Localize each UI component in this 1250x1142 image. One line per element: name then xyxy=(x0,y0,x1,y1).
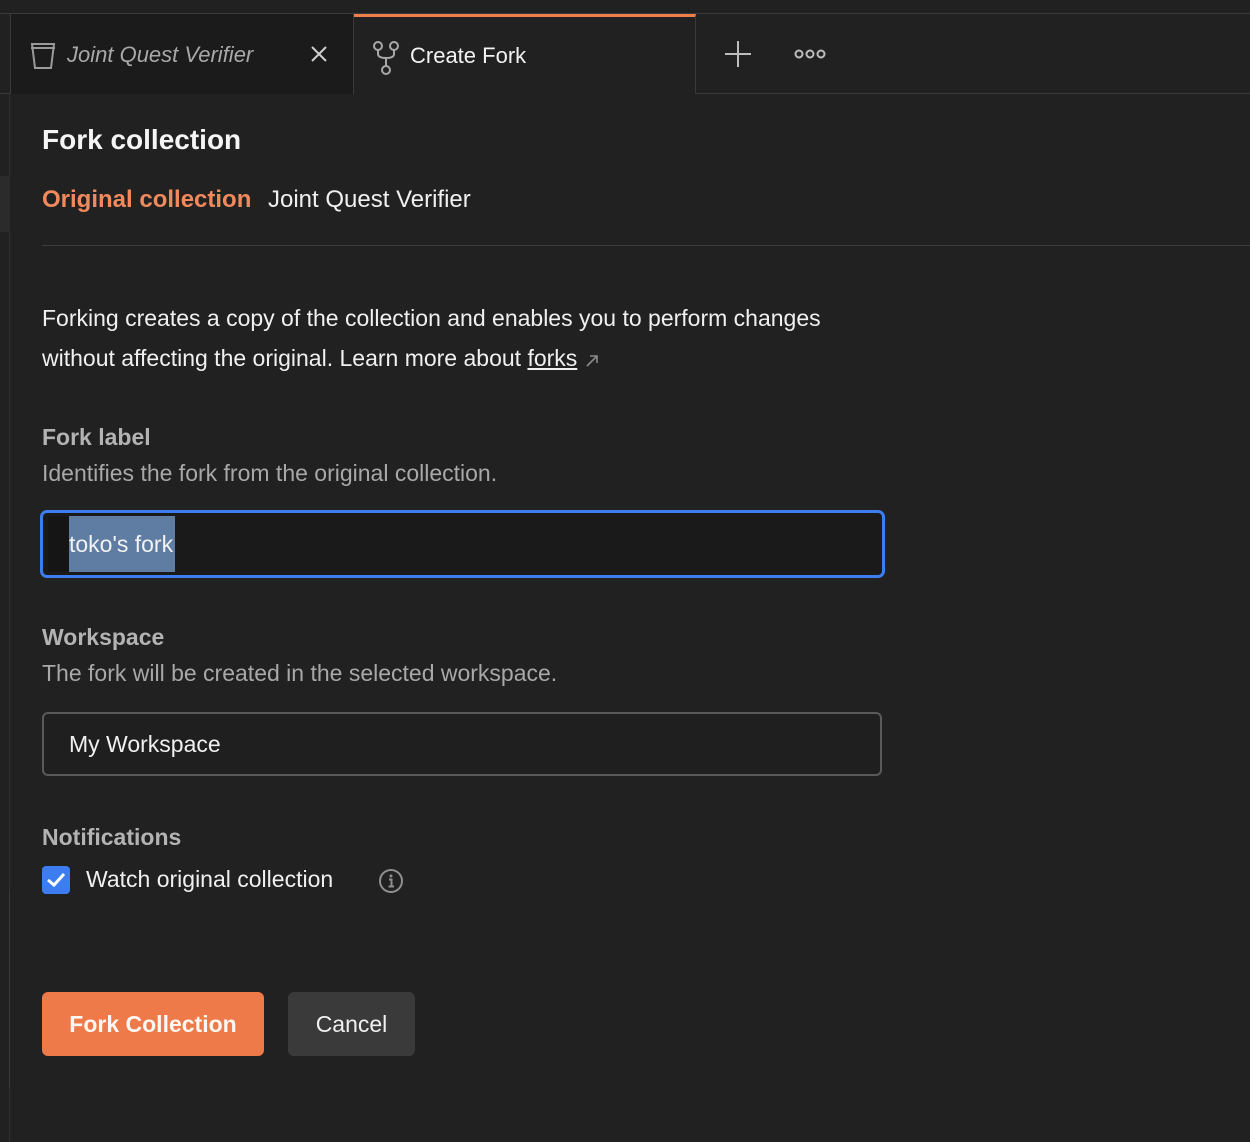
input-padding xyxy=(48,516,71,572)
window-top-strip xyxy=(0,0,1250,14)
plus-icon[interactable] xyxy=(724,40,752,73)
info-icon[interactable] xyxy=(378,868,404,899)
workspace-value: My Workspace xyxy=(69,731,221,757)
more-options-icon[interactable] xyxy=(794,47,826,65)
fork-description: Forking creates a copy of the collection… xyxy=(42,298,862,380)
fork-label-value: toko's fork xyxy=(69,516,176,572)
sidebar-panel-edge xyxy=(0,892,10,1088)
tab-create-fork[interactable]: Create Fork xyxy=(354,14,696,94)
workspace-help: The fork will be created in the selected… xyxy=(42,660,558,686)
external-link-icon xyxy=(585,340,599,380)
tab-label: Create Fork xyxy=(410,43,527,68)
fork-label-help: Identifies the fork from the original co… xyxy=(42,460,498,486)
forks-link[interactable]: forks xyxy=(527,345,577,371)
tab-label: Joint Quest Verifier xyxy=(67,42,254,67)
divider xyxy=(42,245,1250,246)
collection-trash-icon xyxy=(29,40,57,75)
fork-label-heading: Fork label xyxy=(42,424,151,450)
original-collection-label: Original collection xyxy=(42,186,252,213)
workspace-select[interactable]: My Workspace xyxy=(42,712,882,776)
watch-checkbox-label[interactable]: Watch original collection xyxy=(86,866,333,893)
description-text: Forking creates a copy of the collection… xyxy=(42,305,821,371)
page-title: Fork collection xyxy=(42,124,242,155)
tab-joint-quest-verifier[interactable]: Joint Quest Verifier xyxy=(10,14,354,94)
cancel-button[interactable]: Cancel xyxy=(288,992,415,1056)
notifications-heading: Notifications xyxy=(42,824,182,850)
fork-icon xyxy=(371,40,401,81)
original-collection-name[interactable]: Joint Quest Verifier xyxy=(268,186,471,214)
fork-collection-button[interactable]: Fork Collection xyxy=(42,992,264,1056)
tab-bar: Joint Quest Verifier Create Fork xyxy=(0,14,1250,94)
watch-checkbox[interactable] xyxy=(42,866,70,894)
sidebar-selected-marker xyxy=(0,176,10,232)
fork-label-input[interactable]: toko's fork xyxy=(40,510,885,578)
workspace-heading: Workspace xyxy=(42,624,165,650)
close-icon[interactable] xyxy=(309,44,329,69)
